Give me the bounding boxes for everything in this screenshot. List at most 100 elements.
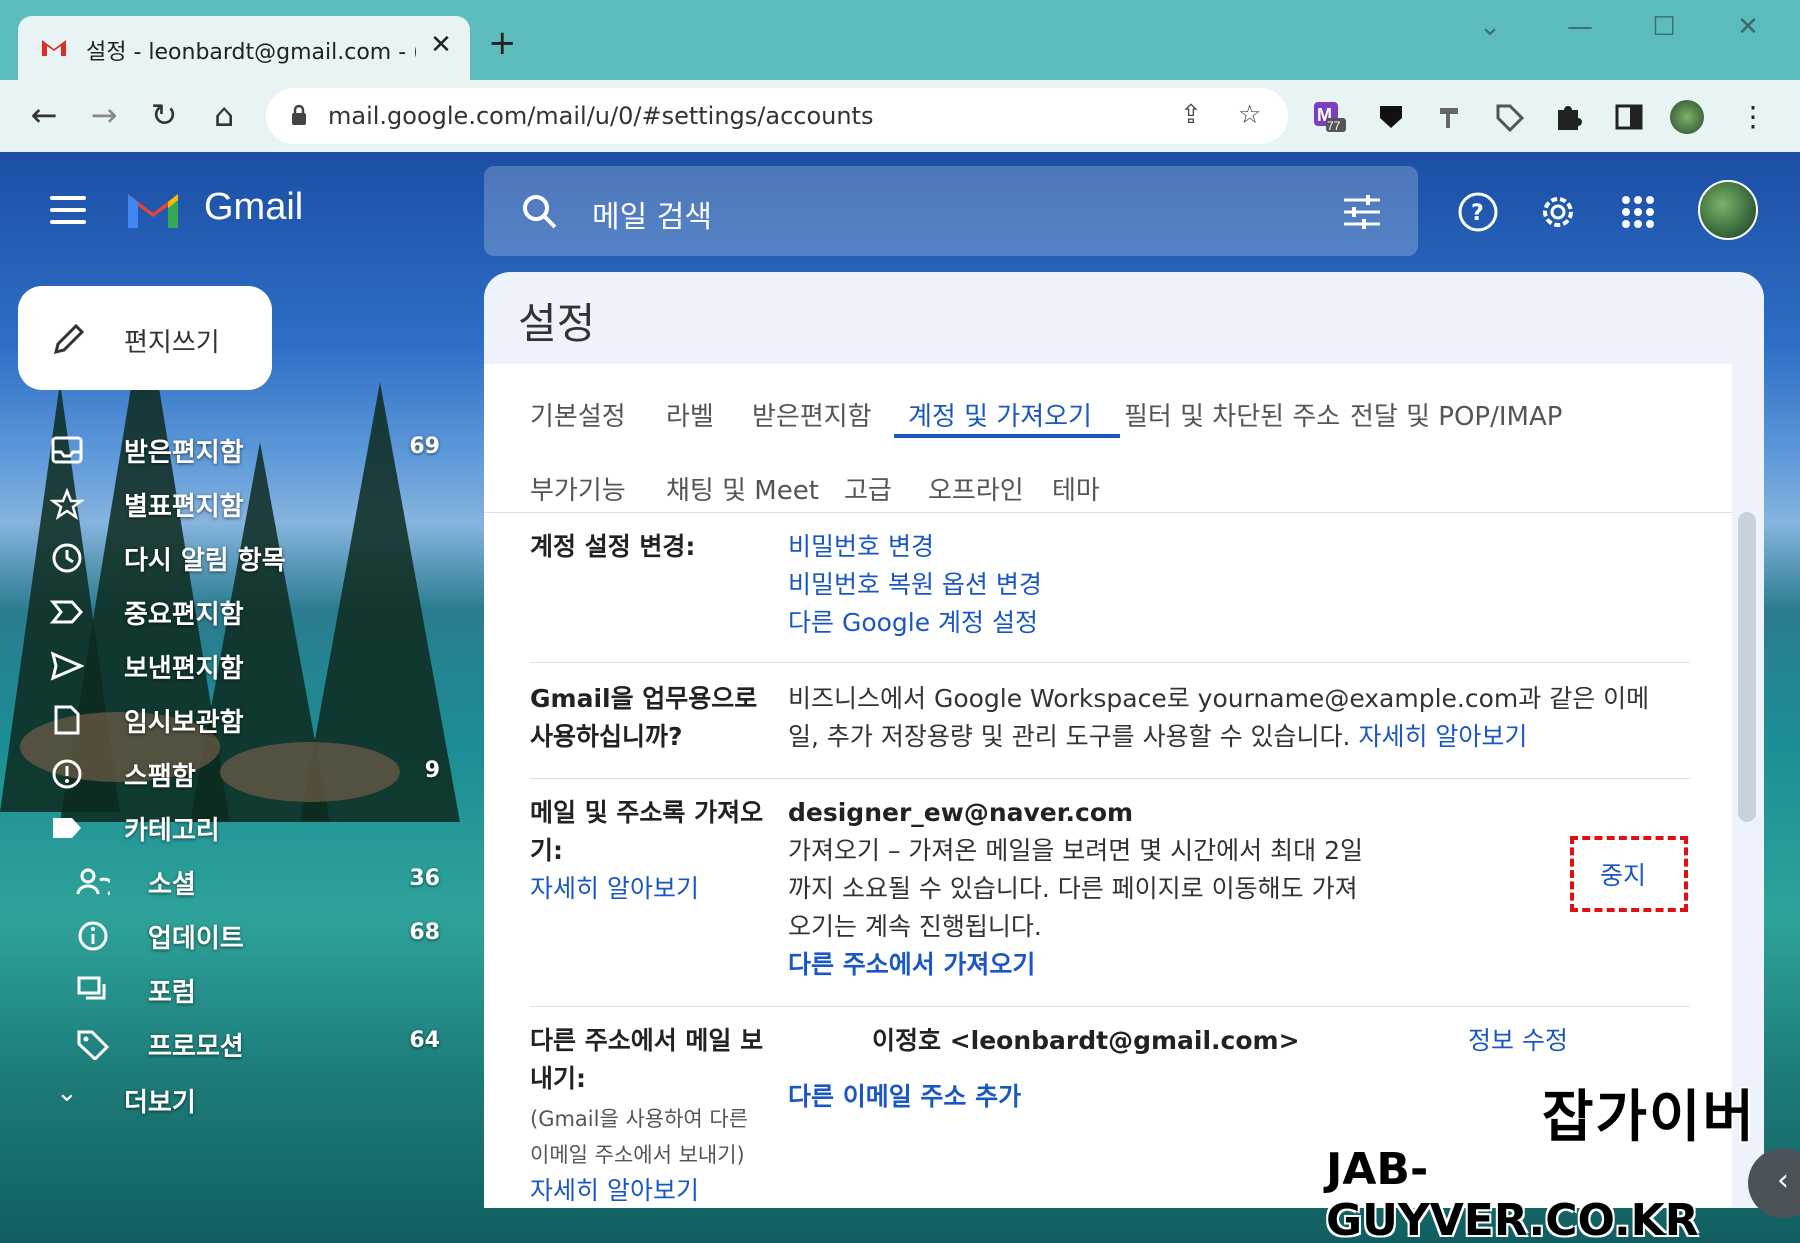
import-status-line1: 가져오기 – 가져온 메일을 보려면 몇 시간에서 최대 2일 bbox=[788, 836, 1363, 865]
tab-inbox[interactable]: 받은편지함 bbox=[752, 396, 872, 433]
send-as-identity: 이정호 <leonbardt@gmail.com> bbox=[872, 1026, 1300, 1055]
extension-download-icon[interactable] bbox=[1374, 100, 1408, 134]
tab-general[interactable]: 기본설정 bbox=[530, 396, 626, 433]
svg-text:?: ? bbox=[1471, 201, 1484, 226]
sidebar-item-category-3[interactable]: 프로모션 64 bbox=[50, 1018, 440, 1070]
sidebar-item-label: 스팸함 bbox=[124, 762, 196, 792]
search-placeholder: 메일 검색 bbox=[592, 200, 712, 235]
watermark-korean: 잡가이버 bbox=[1542, 1085, 1757, 1150]
star-icon bbox=[50, 488, 84, 520]
draft-icon bbox=[54, 705, 80, 735]
import-from-address-link[interactable]: 다른 주소에서 가져오기 bbox=[788, 946, 1035, 984]
change-password-link[interactable]: 비밀번호 변경 bbox=[788, 528, 934, 566]
workspace-label-line2: 사용하십니까? bbox=[530, 722, 683, 751]
url-text: mail.google.com/mail/u/0/#settings/accou… bbox=[328, 102, 874, 130]
new-tab-button[interactable]: + bbox=[488, 26, 517, 60]
settings-scrollbar[interactable] bbox=[1738, 512, 1756, 822]
import-label-line2: 기: bbox=[530, 836, 563, 865]
sidebar-item-category-0[interactable]: 소셜 36 bbox=[50, 856, 440, 908]
change-recovery-link[interactable]: 비밀번호 복원 옵션 변경 bbox=[788, 566, 1042, 604]
back-icon[interactable]: ← bbox=[22, 96, 66, 134]
workspace-text-line2: 일, 추가 저장용량 및 관리 도구를 사용할 수 있습니다. 자세히 알아보기 bbox=[788, 718, 1527, 756]
sidebar-item-0[interactable]: 받은편지함 69 bbox=[50, 424, 440, 476]
sidebar-more-label: 더보기 bbox=[124, 1088, 196, 1118]
address-bar[interactable]: mail.google.com/mail/u/0/#settings/accou… bbox=[266, 88, 1288, 144]
import-learn-more-link[interactable]: 자세히 알아보기 bbox=[530, 870, 699, 908]
bookmark-star-icon[interactable]: ☆ bbox=[1238, 100, 1261, 130]
edit-info-link[interactable]: 정보 수정 bbox=[1468, 1022, 1568, 1060]
watermark-url: JAB-GUYVER.CO.KR bbox=[1326, 1144, 1699, 1243]
send-as-note-line2: 이메일 주소에서 보내기) bbox=[530, 1143, 745, 1167]
compose-button[interactable]: 편지쓰기 bbox=[18, 286, 272, 390]
browser-tab[interactable]: 설정 - leonbardt@gmail.com - ( ✕ bbox=[18, 16, 470, 80]
sidebar-item-category-2[interactable]: 포럼 bbox=[50, 964, 440, 1016]
window-close-icon[interactable]: ✕ bbox=[1728, 12, 1768, 42]
sidebar-item-label: 임시보관함 bbox=[124, 708, 244, 738]
sidebar-item-7[interactable]: 카테고리 bbox=[50, 802, 440, 854]
sidebar-item-5[interactable]: 임시보관함 bbox=[50, 694, 440, 746]
send-as-note-line1: (Gmail을 사용하여 다른 bbox=[530, 1107, 749, 1131]
import-account: designer_ew@naver.com bbox=[788, 798, 1134, 827]
pencil-icon bbox=[53, 323, 85, 355]
extensions-puzzle-icon[interactable] bbox=[1552, 100, 1586, 134]
sidebar-item-3[interactable]: 중요편지함 bbox=[50, 586, 440, 638]
tab-close-icon[interactable]: ✕ bbox=[426, 30, 456, 60]
send-as-label-line1: 다른 주소에서 메일 보 bbox=[530, 1026, 764, 1055]
tab-forwarding[interactable]: 전달 및 POP/IMAP bbox=[1350, 396, 1562, 433]
sidebar-item-2[interactable]: 다시 알림 항목 bbox=[50, 532, 440, 584]
search-icon[interactable] bbox=[520, 192, 560, 232]
send-icon bbox=[50, 651, 84, 681]
sidebar-item-count: 36 bbox=[409, 866, 440, 891]
share-icon[interactable]: ⇪ bbox=[1180, 100, 1202, 130]
tab-search-icon[interactable]: ⌄ bbox=[1470, 12, 1510, 42]
add-email-address-link[interactable]: 다른 이메일 주소 추가 bbox=[788, 1078, 1021, 1116]
workspace-learn-more-link[interactable]: 자세히 알아보기 bbox=[1358, 722, 1527, 751]
sidebar-more-button[interactable]: ⌄ 더보기 bbox=[50, 1074, 440, 1126]
sidebar-item-6[interactable]: 스팸함 9 bbox=[50, 748, 440, 800]
sidebar-item-4[interactable]: 보낸편지함 bbox=[50, 640, 440, 692]
compose-label: 편지쓰기 bbox=[124, 328, 220, 358]
import-label-line1: 메일 및 주소록 가져오 bbox=[530, 798, 764, 827]
tab-chat-meet[interactable]: 채팅 및 Meet bbox=[666, 470, 819, 507]
reload-icon[interactable]: ↻ bbox=[142, 96, 186, 134]
tab-filters[interactable]: 필터 및 차단된 주소 bbox=[1124, 396, 1340, 433]
tab-accounts[interactable]: 계정 및 가져오기 bbox=[908, 396, 1092, 433]
minimize-icon[interactable]: — bbox=[1560, 12, 1600, 42]
tab-advanced[interactable]: 고급 bbox=[844, 470, 892, 507]
tab-offline[interactable]: 오프라인 bbox=[928, 470, 1024, 507]
search-options-icon[interactable] bbox=[1342, 194, 1382, 230]
forum-icon bbox=[77, 976, 106, 1000]
send-as-learn-more-link[interactable]: 자세히 알아보기 bbox=[530, 1172, 699, 1208]
section-divider bbox=[530, 1006, 1690, 1007]
extension-tag-icon[interactable] bbox=[1492, 100, 1526, 134]
tab-addons[interactable]: 부가기능 bbox=[530, 470, 626, 507]
mail-search-bar[interactable]: 메일 검색 bbox=[484, 166, 1418, 256]
svg-text:77: 77 bbox=[1327, 119, 1341, 133]
main-menu-icon[interactable] bbox=[50, 196, 86, 224]
sidebar-item-category-1[interactable]: 업데이트 68 bbox=[50, 910, 440, 962]
info-icon bbox=[78, 921, 108, 951]
sidebar-item-count: 69 bbox=[409, 434, 440, 459]
extension-pin-icon[interactable] bbox=[1432, 100, 1466, 134]
stop-import-highlight[interactable]: 중지 bbox=[1570, 836, 1688, 912]
google-account-settings-link[interactable]: 다른 Google 계정 설정 bbox=[788, 604, 1038, 642]
account-avatar[interactable] bbox=[1698, 180, 1758, 240]
google-apps-icon[interactable] bbox=[1616, 190, 1660, 234]
tab-themes[interactable]: 테마 bbox=[1052, 470, 1100, 507]
help-icon[interactable]: ? bbox=[1456, 190, 1500, 234]
maximize-icon[interactable]: ☐ bbox=[1644, 12, 1684, 42]
clock-icon bbox=[52, 543, 82, 573]
lock-icon bbox=[292, 104, 306, 125]
side-panel-icon[interactable] bbox=[1612, 100, 1646, 134]
sidebar-item-1[interactable]: 별표편지함 bbox=[50, 478, 440, 530]
tag-icon bbox=[77, 1030, 110, 1060]
chrome-menu-icon[interactable]: ⋮ bbox=[1736, 100, 1770, 134]
extension-m-icon[interactable]: M 77 bbox=[1312, 100, 1346, 134]
tab-labels[interactable]: 라벨 bbox=[666, 396, 714, 433]
workspace-label-line1: Gmail을 업무용으로 bbox=[530, 684, 758, 713]
settings-gear-icon[interactable] bbox=[1536, 190, 1580, 234]
forward-icon[interactable]: → bbox=[82, 96, 126, 134]
stop-import-button[interactable]: 중지 bbox=[1600, 856, 1646, 892]
home-icon[interactable]: ⌂ bbox=[202, 96, 246, 134]
profile-avatar-icon[interactable] bbox=[1670, 100, 1704, 134]
